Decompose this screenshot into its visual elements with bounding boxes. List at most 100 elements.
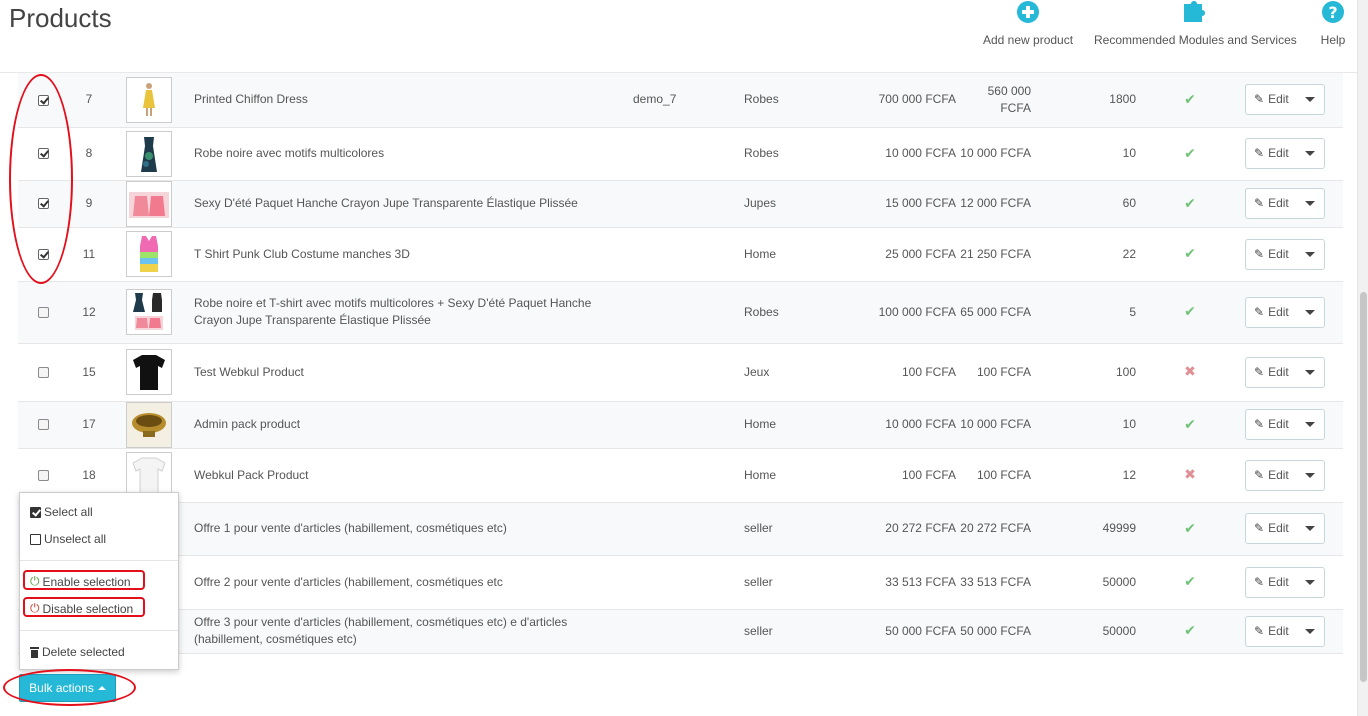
row-select-cell [18,73,68,128]
product-final-price: 100 FCFA [956,343,1033,402]
edit-label: Edit [1268,196,1289,210]
edit-button[interactable]: ✎ Edit [1246,410,1297,439]
edit-dropdown-toggle[interactable] [1297,410,1324,439]
check-icon[interactable]: ✔ [1184,573,1196,589]
plus-circle-icon [983,0,1073,26]
product-thumbnail [126,401,172,448]
product-final-price: 10 000 FCFA [956,127,1033,181]
product-base-price: 10 000 FCFA [846,127,956,181]
edit-button[interactable]: ✎ Edit [1246,85,1297,114]
cross-icon[interactable]: ✖ [1184,363,1196,379]
product-status[interactable]: ✔ [1136,281,1228,344]
product-final-price: 20 272 FCFA [956,502,1033,556]
row-actions: ✎ Edit [1228,281,1343,344]
help-button[interactable]: ? Help [1320,0,1346,47]
row-checkbox[interactable] [37,366,49,378]
product-status[interactable]: ✔ [1136,73,1228,128]
row-checkbox[interactable] [37,94,49,106]
edit-button[interactable]: ✎ Edit [1246,139,1297,168]
edit-button[interactable]: ✎ Edit [1246,568,1297,597]
add-new-product-button[interactable]: Add new product [983,0,1073,47]
check-icon[interactable]: ✔ [1184,416,1196,432]
check-icon[interactable]: ✔ [1184,622,1196,638]
check-icon[interactable]: ✔ [1184,245,1196,261]
puzzle-icon [1094,0,1297,26]
table-row: Offre 2 pour vente d'articles (habilleme… [18,555,1343,610]
product-status[interactable]: ✖ [1136,448,1228,503]
product-status[interactable]: ✔ [1136,609,1228,654]
edit-button-group: ✎ Edit [1245,296,1325,328]
edit-dropdown-toggle[interactable] [1297,189,1324,218]
product-reference [633,281,744,344]
product-status[interactable]: ✔ [1136,127,1228,181]
check-icon[interactable]: ✔ [1184,91,1196,107]
edit-button[interactable]: ✎ Edit [1246,514,1297,543]
product-final-price: 12 000 FCFA [956,180,1033,228]
product-category: seller [744,502,846,556]
pencil-icon: ✎ [1254,521,1265,535]
bulk-actions-button[interactable]: Bulk actions [19,674,116,702]
row-checkbox[interactable] [37,419,49,431]
edit-dropdown-toggle[interactable] [1297,85,1324,114]
edit-dropdown-toggle[interactable] [1297,568,1324,597]
select-all-item[interactable]: Select all [30,505,93,519]
product-thumbnail [126,180,172,227]
select-all-label: Select all [44,505,93,519]
edit-dropdown-toggle[interactable] [1297,240,1324,269]
pencil-icon: ✎ [1254,246,1265,261]
scrollbar-thumb[interactable] [1360,292,1367,682]
product-status[interactable]: ✔ [1136,502,1228,556]
edit-dropdown-toggle[interactable] [1297,358,1324,387]
product-base-price: 33 513 FCFA [846,555,956,610]
row-checkbox[interactable] [37,198,49,210]
page-title: Products [9,3,112,33]
product-name: Printed Chiffon Dress [186,73,633,128]
row-select-cell [18,227,68,282]
product-name: Robe noire et T-shirt avec motifs multic… [186,281,633,344]
product-status[interactable]: ✔ [1136,401,1228,449]
product-reference [633,609,744,654]
row-actions: ✎ Edit [1228,401,1343,449]
edit-dropdown-toggle[interactable] [1297,617,1324,646]
product-status[interactable]: ✖ [1136,343,1228,402]
product-id: 17 [68,401,126,449]
row-actions: ✎ Edit [1228,127,1343,181]
delete-selected-item[interactable]: Delete selected [30,645,125,659]
edit-button[interactable]: ✎ Edit [1246,298,1297,327]
product-final-price: 65 000 FCFA [956,281,1033,344]
check-icon[interactable]: ✔ [1184,520,1196,536]
cross-icon[interactable]: ✖ [1184,466,1196,482]
edit-button[interactable]: ✎ Edit [1246,617,1297,646]
edit-button[interactable]: ✎ Edit [1246,461,1297,490]
recommended-modules-label: Recommended Modules and Services [1094,33,1297,47]
product-name: Offre 1 pour vente d'articles (habilleme… [186,502,633,556]
row-checkbox[interactable] [37,306,49,318]
check-icon[interactable]: ✔ [1184,145,1196,161]
product-status[interactable]: ✔ [1136,227,1228,282]
unselect-all-item[interactable]: Unselect all [30,532,106,546]
vertical-scrollbar[interactable] [1357,0,1368,716]
edit-dropdown-toggle[interactable] [1297,139,1324,168]
check-icon[interactable]: ✔ [1184,195,1196,211]
product-thumbnail [126,130,172,177]
row-checkbox[interactable] [37,248,49,260]
row-checkbox[interactable] [37,469,49,481]
edit-dropdown-toggle[interactable] [1297,461,1324,490]
product-final-price: 560 000 FCFA [956,73,1033,128]
pencil-icon: ✎ [1254,417,1265,431]
check-icon[interactable]: ✔ [1184,303,1196,319]
disable-selection-item[interactable]: ⏻ Disable selection [30,601,133,616]
product-image-cell [126,227,186,282]
recommended-modules-button[interactable]: Recommended Modules and Services [1094,0,1297,47]
product-status[interactable]: ✔ [1136,555,1228,610]
edit-button[interactable]: ✎ Edit [1246,358,1297,387]
enable-selection-item[interactable]: ⏻ Enable selection [30,574,131,589]
edit-button[interactable]: ✎ Edit [1246,240,1297,269]
edit-button[interactable]: ✎ Edit [1246,189,1297,218]
product-category: Home [744,448,846,503]
product-status[interactable]: ✔ [1136,180,1228,228]
row-actions: ✎ Edit [1228,502,1343,556]
row-checkbox[interactable] [37,148,49,160]
edit-dropdown-toggle[interactable] [1297,298,1324,327]
edit-dropdown-toggle[interactable] [1297,514,1324,543]
